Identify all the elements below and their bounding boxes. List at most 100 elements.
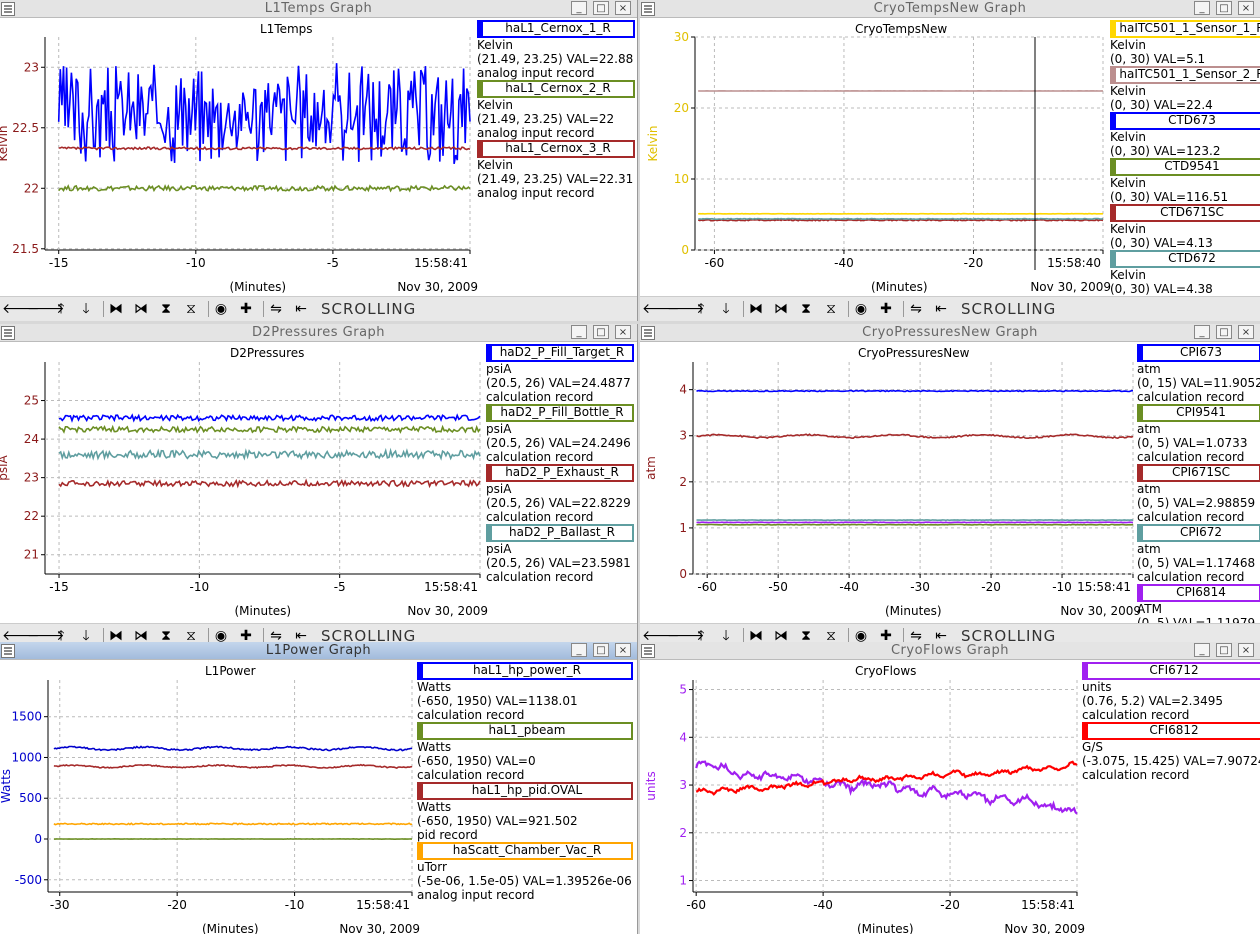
crosshair-icon[interactable]: ✚	[877, 300, 895, 318]
chart-plot[interactable]: 0 1 2 3 4 -60 -50 -40 -30 -20 -10 15:58:41 atm	[640, 324, 1137, 594]
legend-entry[interactable]: CTD673 Kelvin (0, 30) VAL=123.2	[1110, 112, 1260, 158]
close-button[interactable]: ×	[1238, 1, 1254, 15]
legend-entry[interactable]: haD2_P_Fill_Bottle_R psiA (20.5, 26) VAL=2…	[486, 404, 634, 464]
zoom-reset-icon[interactable]: ◉	[212, 627, 230, 642]
maximize-button[interactable]: □	[1216, 643, 1232, 657]
arrow-left-icon[interactable]: 🡐	[2, 627, 40, 642]
graph-window-cryotemps[interactable]: CryoTempsNew Graph _ □ × CryoTempsNew 0 10 20 30…	[640, 0, 1260, 321]
zoom-in-x-icon[interactable]: ⧓	[107, 627, 125, 642]
zoom-in-x-icon[interactable]: ⧓	[747, 627, 765, 642]
undo-icon[interactable]: ⇤	[292, 300, 310, 318]
minimize-button[interactable]: _	[571, 643, 587, 657]
legend-series-name[interactable]: haD2_P_Exhaust_R	[486, 464, 634, 482]
legend-series-name[interactable]: haScatt_Chamber_Vac_R	[417, 842, 633, 860]
legend-series-name[interactable]: haL1_Cernox_3_R	[477, 140, 635, 158]
zoom-reset-icon[interactable]: ◉	[852, 627, 870, 642]
graph-window-cryopress[interactable]: CryoPressuresNew Graph _ □ × CryoPressuresNe…	[640, 324, 1260, 642]
legend-entry[interactable]: CTD9541 Kelvin (0, 30) VAL=116.51	[1110, 158, 1260, 204]
arrow-up-icon[interactable]: 🡑	[52, 300, 70, 318]
minimize-button[interactable]: _	[1194, 643, 1210, 657]
legend-entry[interactable]: CPI672 atm (0, 5) VAL=1.17468 calculation r…	[1137, 524, 1260, 584]
maximize-button[interactable]: □	[593, 325, 609, 339]
arrow-right-icon[interactable]: 🡒	[667, 627, 705, 642]
zoom-out-y-icon[interactable]: ⧖	[182, 627, 200, 642]
legend-series-name[interactable]: haD2_P_Fill_Target_R	[486, 344, 634, 362]
legend-entry[interactable]: haL1_Cernox_2_R Kelvin (21.49, 23.25) VAL=…	[477, 80, 635, 140]
legend-entry[interactable]: haD2_P_Exhaust_R psiA (20.5, 26) VAL=22.82…	[486, 464, 634, 524]
legend-entry[interactable]: CFI6812 G/S (-3.075, 15.425) VAL=7.90724 ca…	[1082, 722, 1260, 782]
close-button[interactable]: ×	[1238, 643, 1254, 657]
maximize-button[interactable]: □	[1216, 325, 1232, 339]
legend-series-name[interactable]: haL1_hp_power_R	[417, 662, 633, 680]
legend-series-name[interactable]: haD2_P_Fill_Bottle_R	[486, 404, 634, 422]
arrow-down-icon[interactable]: 🡓	[717, 300, 735, 318]
zoom-out-x-icon[interactable]: ⧒	[772, 300, 790, 318]
zoom-out-y-icon[interactable]: ⧖	[822, 627, 840, 642]
legend-entry[interactable]: CPI671SC atm (0, 5) VAL=2.98859 calculation…	[1137, 464, 1260, 524]
legend-entry[interactable]: haL1_hp_pid.OVAL Watts (-650, 1950) VAL=92…	[417, 782, 633, 842]
chart-plot[interactable]: -500 0 500 1000 1500 -30 -20 -10 15:58:41 Watts	[0, 642, 417, 912]
legend-series-name[interactable]: CFI6812	[1082, 722, 1260, 740]
legend-series-name[interactable]: CTD673	[1110, 112, 1260, 130]
autoscale-icon[interactable]: ⇋	[267, 627, 285, 642]
legend-series-name[interactable]: CPI6814	[1137, 584, 1260, 602]
legend-series-name[interactable]: CPI672	[1137, 524, 1260, 542]
maximize-button[interactable]: □	[1216, 1, 1232, 15]
legend-entry[interactable]: haScatt_Chamber_Vac_R uTorr (-5e-06, 1.5e-…	[417, 842, 633, 902]
arrow-right-icon[interactable]: 🡒	[667, 300, 705, 318]
maximize-button[interactable]: □	[593, 1, 609, 15]
minimize-button[interactable]: _	[1194, 325, 1210, 339]
arrow-left-icon[interactable]: 🡐	[642, 300, 680, 318]
legend-entry[interactable]: CTD672 Kelvin (0, 30) VAL=4.38	[1110, 250, 1260, 296]
zoom-out-x-icon[interactable]: ⧒	[772, 627, 790, 642]
close-button[interactable]: ×	[615, 643, 631, 657]
chart-plot[interactable]: 1 2 3 4 5 -60 -40 -20 15:58:41 units	[640, 642, 1082, 912]
legend-series-name[interactable]: CTD9541	[1110, 158, 1260, 176]
zoom-in-y-icon[interactable]: ⧗	[797, 627, 815, 642]
close-button[interactable]: ×	[615, 1, 631, 15]
graph-window-l1temps[interactable]: L1Temps Graph _ □ × L1Temps 21.5 22 22.5 23 -15 -1…	[0, 0, 638, 321]
legend-series-name[interactable]: haITC501_1_Sensor_2_R	[1110, 66, 1260, 84]
legend-entry[interactable]: haL1_Cernox_3_R Kelvin (21.49, 23.25) VAL=…	[477, 140, 635, 200]
arrow-right-icon[interactable]: 🡒	[27, 627, 65, 642]
graph-window-d2press[interactable]: D2Pressures Graph _ □ × D2Pressures 21 22 23 24 2…	[0, 324, 638, 642]
zoom-out-y-icon[interactable]: ⧖	[182, 300, 200, 318]
arrow-down-icon[interactable]: 🡓	[77, 300, 95, 318]
legend-series-name[interactable]: haL1_Cernox_1_R	[477, 20, 635, 38]
undo-icon[interactable]: ⇤	[932, 627, 950, 642]
legend-series-name[interactable]: haL1_hp_pid.OVAL	[417, 782, 633, 800]
legend-series-name[interactable]: CPI673	[1137, 344, 1260, 362]
legend-entry[interactable]: CPI9541 atm (0, 5) VAL=1.0733 calculation r…	[1137, 404, 1260, 464]
zoom-out-y-icon[interactable]: ⧖	[822, 300, 840, 318]
legend-entry[interactable]: haITC501_1_Sensor_2_R Kelvin (0, 30) VAL=2…	[1110, 66, 1260, 112]
autoscale-icon[interactable]: ⇋	[267, 300, 285, 318]
legend-entry[interactable]: CTD671SC Kelvin (0, 30) VAL=4.13	[1110, 204, 1260, 250]
arrow-left-icon[interactable]: 🡐	[2, 300, 40, 318]
crosshair-icon[interactable]: ✚	[237, 300, 255, 318]
crosshair-icon[interactable]: ✚	[877, 627, 895, 642]
arrow-up-icon[interactable]: 🡑	[692, 627, 710, 642]
zoom-in-x-icon[interactable]: ⧓	[107, 300, 125, 318]
legend-series-name[interactable]: haD2_P_Ballast_R	[486, 524, 634, 542]
zoom-out-x-icon[interactable]: ⧒	[132, 300, 150, 318]
zoom-reset-icon[interactable]: ◉	[212, 300, 230, 318]
undo-icon[interactable]: ⇤	[292, 627, 310, 642]
arrow-right-icon[interactable]: 🡒	[27, 300, 65, 318]
autoscale-icon[interactable]: ⇋	[907, 300, 925, 318]
legend-series-name[interactable]: CTD672	[1110, 250, 1260, 268]
arrow-left-icon[interactable]: 🡐	[642, 627, 680, 642]
legend-entry[interactable]: haL1_pbeam Watts (-650, 1950) VAL=0 calcula…	[417, 722, 633, 782]
legend-entry[interactable]: haD2_P_Ballast_R psiA (20.5, 26) VAL=23.59…	[486, 524, 634, 584]
minimize-button[interactable]: _	[1194, 1, 1210, 15]
chart-plot[interactable]: 21 22 23 24 25 -15 -10 -5 15:58:41 psiA	[0, 324, 486, 594]
legend-series-name[interactable]: CTD671SC	[1110, 204, 1260, 222]
arrow-up-icon[interactable]: 🡑	[52, 627, 70, 642]
close-button[interactable]: ×	[1238, 325, 1254, 339]
maximize-button[interactable]: □	[593, 643, 609, 657]
zoom-reset-icon[interactable]: ◉	[852, 300, 870, 318]
graph-window-l1power[interactable]: L1Power Graph _ □ × L1Power -500 0 500 1000 1500-…	[0, 642, 638, 934]
chart-plot[interactable]: 21.5 22 22.5 23 -15 -10 -5 15:58:41 Kelvin	[0, 0, 477, 270]
legend-entry[interactable]: CFI6712 units (0.76, 5.2) VAL=2.3495 calcul…	[1082, 662, 1260, 722]
crosshair-icon[interactable]: ✚	[237, 627, 255, 642]
arrow-up-icon[interactable]: 🡑	[692, 300, 710, 318]
